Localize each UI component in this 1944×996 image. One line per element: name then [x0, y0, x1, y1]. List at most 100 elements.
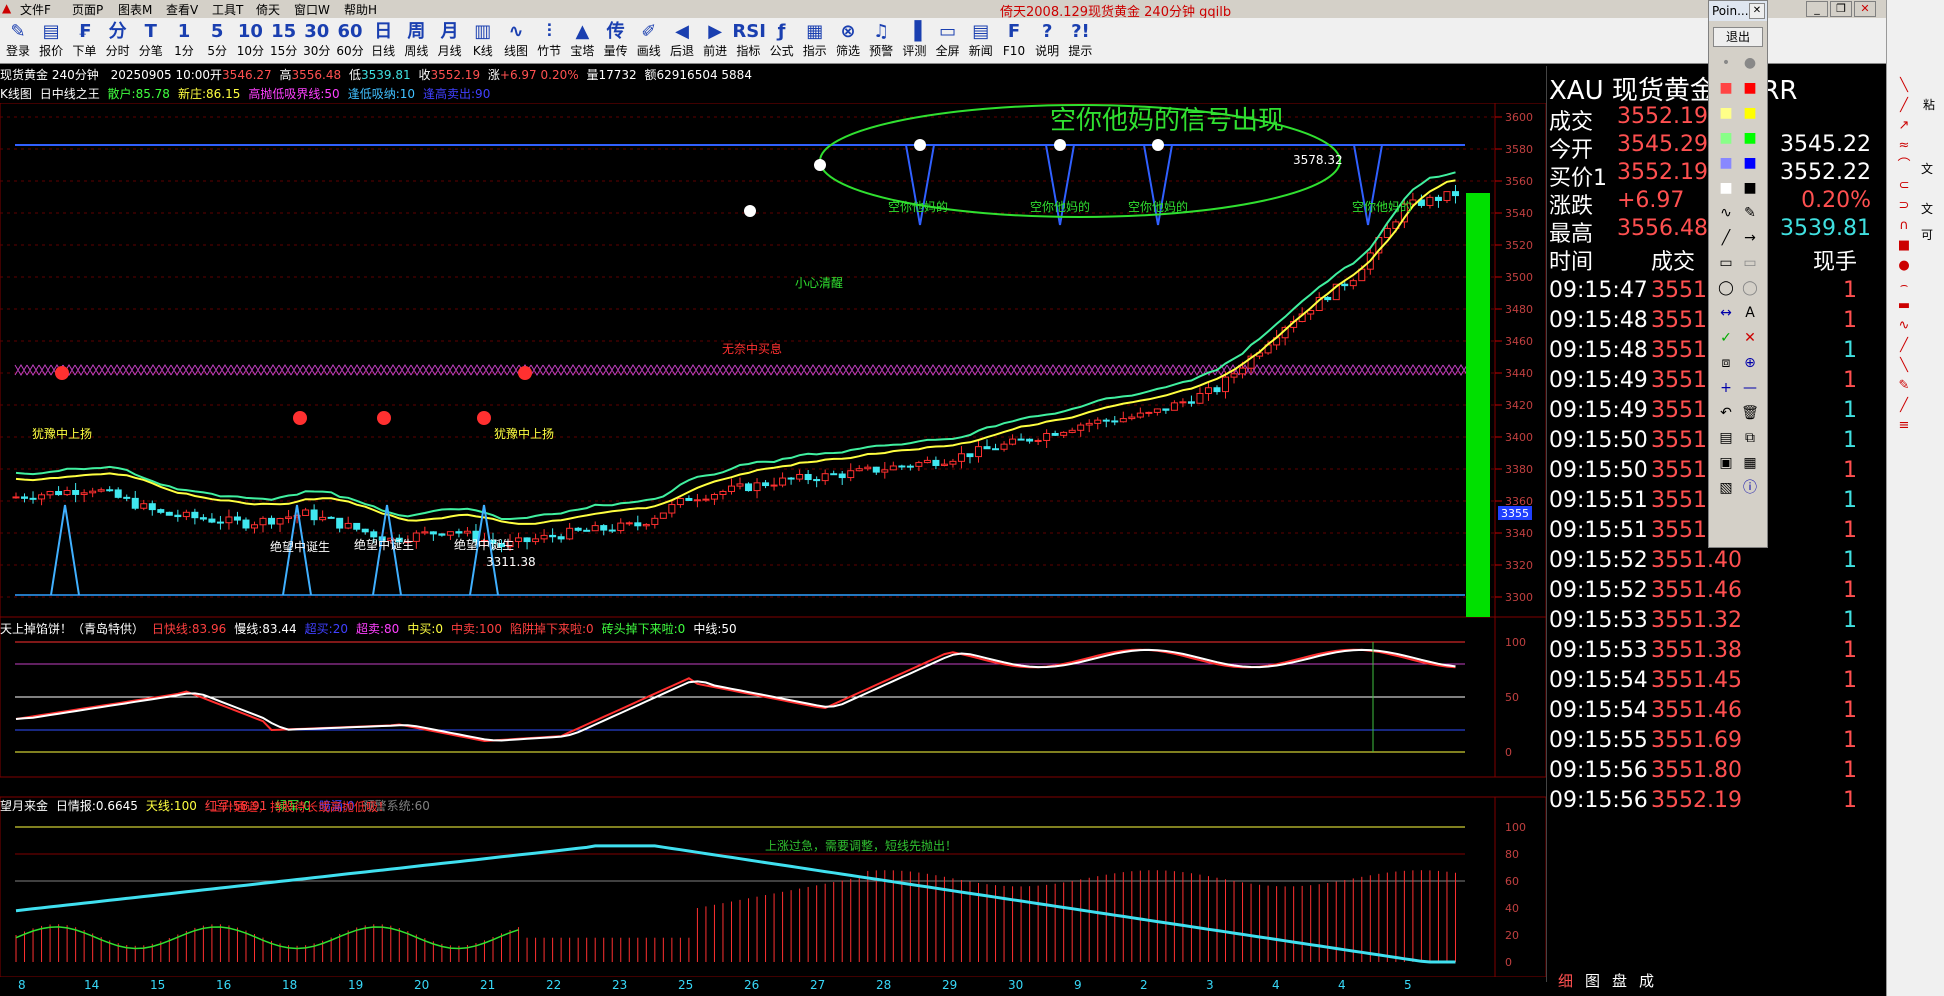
palette-tool-icon[interactable]: ●	[1739, 53, 1761, 73]
palette-tool-icon[interactable]: ✕	[1739, 328, 1761, 348]
sidebar-tool-icon[interactable]: ≈	[1895, 138, 1913, 154]
palette-tool-icon[interactable]: ✓	[1715, 328, 1737, 348]
toolbar-button-1[interactable]: ▤ 报价	[35, 20, 67, 62]
sidebar-tool-icon[interactable]: ╲	[1895, 78, 1913, 94]
palette-tool-icon[interactable]: +	[1715, 378, 1737, 398]
palette-tool-icon[interactable]: ◯	[1739, 278, 1761, 298]
toolbar-button-8[interactable]: 15 15分	[268, 20, 300, 62]
toolbar-button-12[interactable]: 周周线	[400, 20, 432, 62]
palette-tool-icon[interactable]: →	[1739, 228, 1761, 248]
toolbar-button-3[interactable]: 分分时	[102, 20, 134, 62]
toolbar-button-0[interactable]: ✎ 登录	[2, 20, 34, 62]
toolbar-button-18[interactable]: 传量传	[600, 20, 632, 62]
palette-tool-icon[interactable]: •	[1715, 53, 1737, 73]
toolbar-button-4[interactable]: T 分笔	[135, 20, 167, 62]
palette-tool-icon[interactable]: ■	[1715, 128, 1737, 148]
palette-tool-icon[interactable]: ⧈	[1715, 353, 1737, 373]
toolbar-button-14[interactable]: ▥ K线	[467, 20, 499, 62]
toolbar-button-9[interactable]: 30 30分	[301, 20, 333, 62]
palette-tool-icon[interactable]: ▣	[1715, 453, 1737, 473]
palette-tool-icon[interactable]: ▤	[1715, 428, 1737, 448]
palette-tool-icon[interactable]: ▭	[1739, 253, 1761, 273]
menu-chart[interactable]: 图表M	[118, 1, 152, 18]
toolbar-button-10[interactable]: 60 60分	[334, 20, 366, 62]
sidebar-tool-icon[interactable]: ∩	[1895, 218, 1913, 234]
indicator-name[interactable]: 日中线之王	[40, 87, 100, 101]
sidebar-tab[interactable]: 粘	[1923, 96, 1935, 113]
candlestick-chart[interactable]: 3600 3580 3560 3540 3520 3500 3480 3460 3440 3420…	[0, 103, 1546, 617]
restore-button[interactable]: ❐	[1830, 1, 1852, 17]
sidebar-tool-icon[interactable]: ⌢	[1895, 278, 1913, 294]
quote-tab[interactable]: 细	[1558, 972, 1573, 990]
sidebar-tool-icon[interactable]: ▬	[1895, 298, 1913, 314]
sidebar-tool-icon[interactable]: ↗	[1895, 118, 1913, 134]
sidebar-tool-icon[interactable]: ●	[1895, 258, 1913, 274]
app-icon[interactable]: ▲	[2, 1, 11, 15]
quote-tab[interactable]: 成	[1639, 972, 1654, 990]
palette-tool-icon[interactable]: —	[1739, 378, 1761, 398]
toolbar-button-16[interactable]: ⫶ 竹节	[533, 20, 565, 62]
toolbar-button-26[interactable]: ♫ 预警	[865, 20, 897, 62]
toolbar-button-28[interactable]: ▭ 全屏	[932, 20, 964, 62]
palette-tool-icon[interactable]: ■	[1715, 178, 1737, 198]
toolbar-button-23[interactable]: ƒ 公式	[766, 20, 798, 62]
sidebar-tool-icon[interactable]: ⊃	[1895, 198, 1913, 214]
toolbar-button-29[interactable]: ▤ 新闻	[965, 20, 997, 62]
palette-tool-icon[interactable]: ↔	[1715, 303, 1737, 323]
toolbar-button-6[interactable]: 5 5分	[201, 20, 233, 62]
palette-tool-icon[interactable]: ■	[1739, 153, 1761, 173]
toolbar-button-19[interactable]: ✐ 画线	[633, 20, 665, 62]
palette-tool-icon[interactable]: ▧	[1715, 478, 1737, 498]
toolbar-button-21[interactable]: ▶ 前进	[699, 20, 731, 62]
palette-tool-icon[interactable]: ■	[1739, 103, 1761, 123]
indicator-panels[interactable]: 100 50 0 100 80 60 40 20 0 上升通道，持股待长或高抛低吸！ 上涨过急，需要…	[0, 617, 1546, 977]
palette-tool-icon[interactable]: ╱	[1715, 228, 1737, 248]
palette-tool-icon[interactable]: 🗑	[1739, 403, 1761, 423]
toolbar-button-13[interactable]: 月月线	[434, 20, 466, 62]
sidebar-tool-icon[interactable]: ╱	[1895, 338, 1913, 354]
palette-tool-icon[interactable]: ■	[1715, 153, 1737, 173]
palette-tool-icon[interactable]: ■	[1715, 103, 1737, 123]
sidebar-tool-icon[interactable]: ⌒	[1895, 158, 1913, 174]
menu-window[interactable]: 窗口W	[294, 1, 330, 18]
toolbar-button-25[interactable]: ⊗ 筛选	[832, 20, 864, 62]
menu-tools[interactable]: 工具T	[212, 1, 243, 18]
toolbar-button-30[interactable]: F F10	[998, 20, 1030, 62]
toolbar-button-11[interactable]: 日日线	[367, 20, 399, 62]
toolbar-button-32[interactable]: ?! 提示	[1064, 20, 1096, 62]
palette-tool-icon[interactable]: ■	[1739, 128, 1761, 148]
palette-tool-icon[interactable]: A	[1739, 303, 1761, 323]
sidebar-tool-icon[interactable]: ╲	[1895, 358, 1913, 374]
toolbar-button-27[interactable]: ▐ 评测	[898, 20, 930, 62]
toolbar-button-24[interactable]: ▦ 指示	[799, 20, 831, 62]
toolbar-button-7[interactable]: 10 10分	[234, 20, 266, 62]
sidebar-tool-icon[interactable]: ✎	[1895, 378, 1913, 394]
palette-tool-icon[interactable]: ◯	[1715, 278, 1737, 298]
palette-tool-icon[interactable]: ⧉	[1739, 428, 1761, 448]
palette-tool-icon[interactable]: ▦	[1739, 453, 1761, 473]
palette-tool-icon[interactable]: ↶	[1715, 403, 1737, 423]
toolbar-button-31[interactable]: ? 说明	[1031, 20, 1063, 62]
sidebar-tool-icon[interactable]: ∿	[1895, 318, 1913, 334]
menu-yitian[interactable]: 倚天	[256, 1, 280, 18]
palette-tool-icon[interactable]: ■	[1739, 78, 1761, 98]
menu-file[interactable]: 文件F	[20, 1, 51, 18]
menu-view[interactable]: 查看V	[166, 1, 198, 18]
palette-tool-icon[interactable]: ⓘ	[1739, 478, 1761, 498]
sidebar-tool-icon[interactable]: ⊂	[1895, 178, 1913, 194]
toolbar-button-20[interactable]: ◀ 后退	[666, 20, 698, 62]
palette-close-icon[interactable]: ✕	[1749, 3, 1765, 19]
exit-button[interactable]: 退出	[1713, 27, 1763, 47]
toolbar-button-22[interactable]: RSI 指标	[732, 20, 766, 62]
toolbar-button-15[interactable]: ∿ 线图	[500, 20, 532, 62]
toolbar-button-2[interactable]: ₣ 下单	[68, 20, 100, 62]
sidebar-tool-icon[interactable]: ≡	[1895, 418, 1913, 434]
palette-tool-icon[interactable]: ■	[1739, 178, 1761, 198]
quote-tab[interactable]: 盘	[1612, 972, 1627, 990]
palette-tool-icon[interactable]: ✎	[1739, 203, 1761, 223]
menu-help[interactable]: 帮助H	[344, 1, 377, 18]
palette-tool-icon[interactable]: ∿	[1715, 203, 1737, 223]
toolbar-button-5[interactable]: 1 1分	[168, 20, 200, 62]
close-button[interactable]: ✕	[1854, 1, 1876, 17]
palette-tool-icon[interactable]: ⊕	[1739, 353, 1761, 373]
